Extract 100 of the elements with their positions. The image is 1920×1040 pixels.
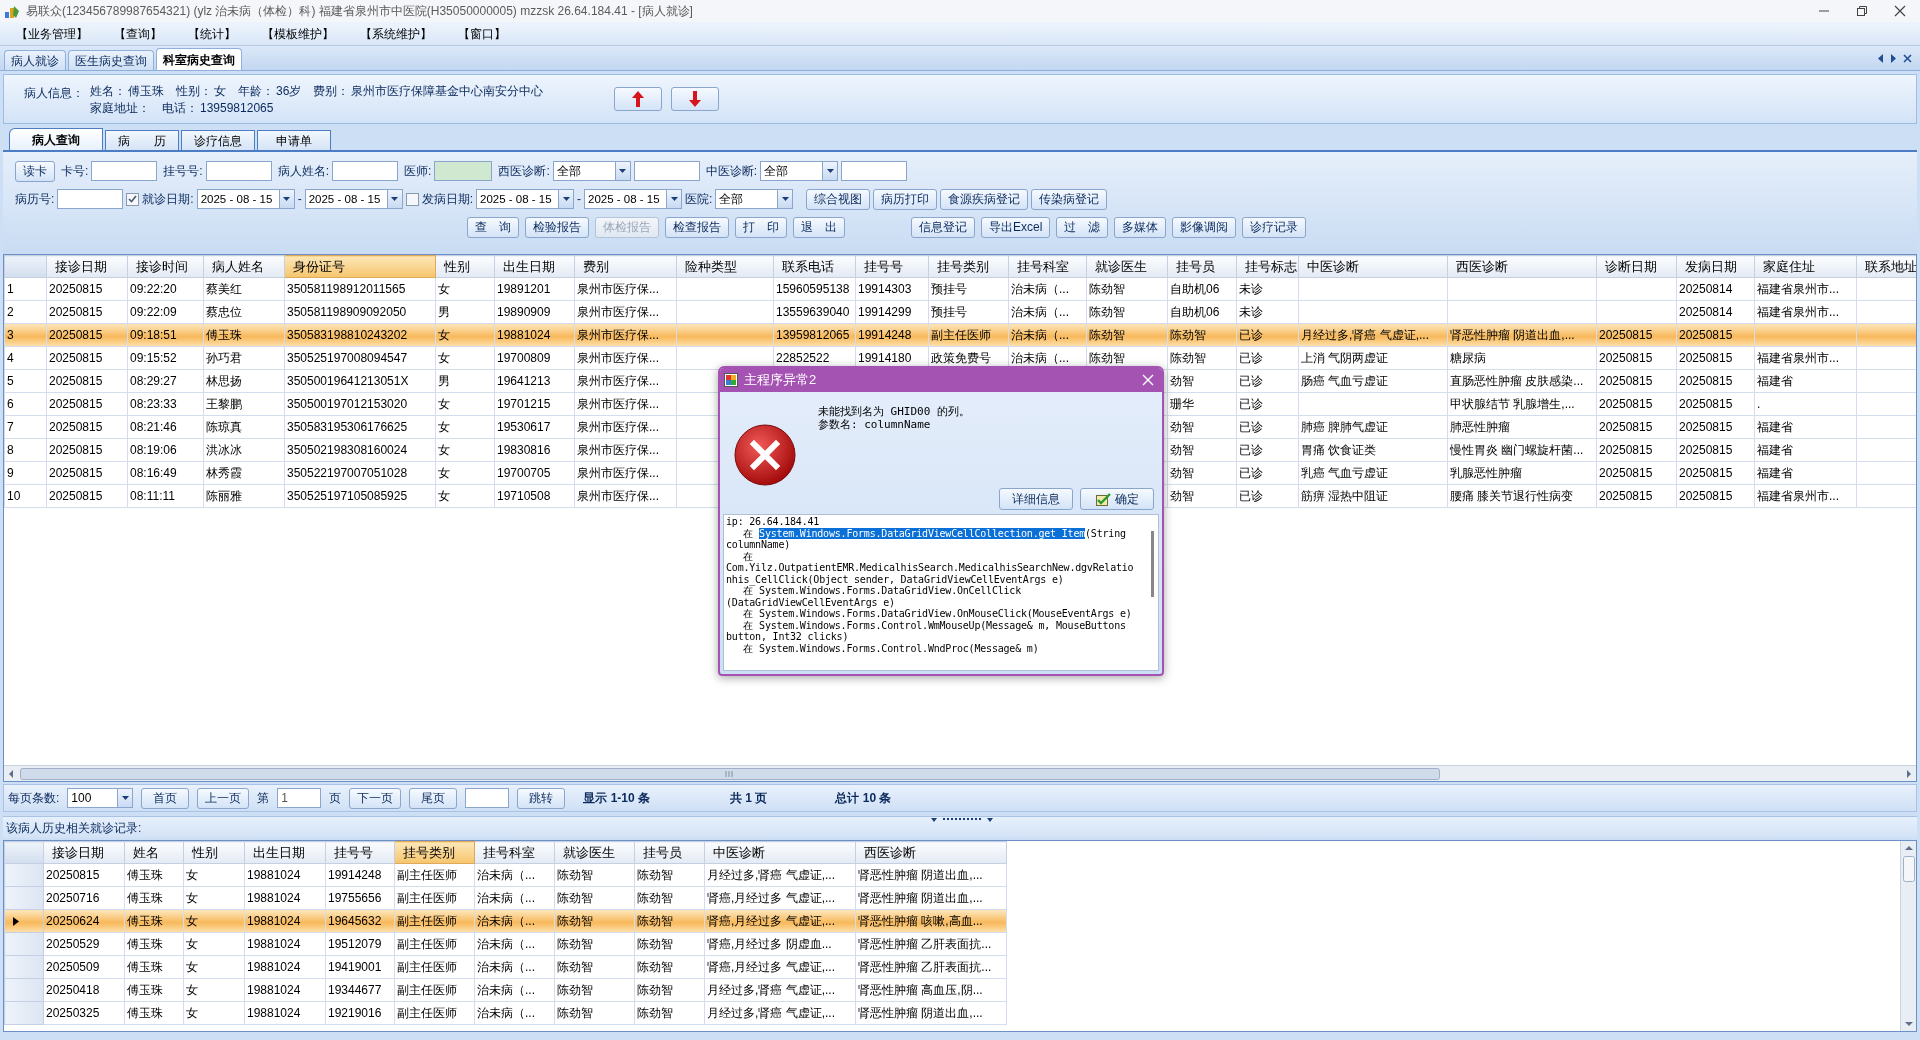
button[interactable]: 检验报告 (525, 216, 589, 238)
input-field[interactable] (91, 161, 158, 181)
column-header[interactable]: 性别 (435, 255, 495, 278)
button[interactable]: 上一页 (197, 787, 250, 809)
menu-item[interactable]: 【窗口】 (458, 25, 506, 42)
column-header[interactable]: 身份证号 (284, 255, 436, 278)
splitter-handle-icon[interactable] (931, 817, 993, 823)
tab[interactable]: 医生病史查询 (68, 50, 154, 70)
column-header[interactable]: 就诊医生 (1086, 255, 1168, 278)
dropdown-arrow-icon[interactable] (283, 197, 291, 201)
close-icon[interactable] (1894, 5, 1906, 17)
column-header[interactable]: 联系电话 (773, 255, 856, 278)
button[interactable]: 传染病登记 (1031, 188, 1108, 210)
menu-item[interactable]: 【查询】 (114, 25, 162, 42)
column-header[interactable]: 西医诊断 (855, 841, 1007, 864)
input-field[interactable] (633, 161, 700, 181)
page-field[interactable]: 1 (277, 788, 322, 808)
checkbox[interactable] (405, 192, 419, 206)
row-header[interactable] (4, 909, 44, 933)
tab[interactable]: 病人就诊 (4, 50, 66, 70)
restore-icon[interactable] (1856, 5, 1868, 17)
input-field[interactable] (841, 161, 908, 181)
date-picker[interactable]: 2025 - 08 - 15 (476, 189, 575, 209)
button[interactable]: 退 出 (793, 216, 845, 238)
column-header[interactable]: 挂号科室 (474, 841, 555, 864)
dropdown[interactable]: 全部 (760, 161, 839, 181)
column-header[interactable]: 出生日期 (494, 255, 575, 278)
ok-button[interactable]: 确定 (1080, 488, 1154, 510)
dropdown-arrow-icon[interactable] (619, 169, 627, 173)
button[interactable]: 过 滤 (1056, 216, 1109, 238)
button[interactable]: 诊疗记录 (1242, 216, 1307, 238)
dropdown-arrow-icon[interactable] (562, 197, 570, 201)
table-row[interactable]: 3 20250815 09:18:51 傅玉珠 350583198810243202 女 19881024 泉州市医疗保... 13959812065 19914248 副主任医师 治未病（... 陈劲智 陈劲智 已诊 月经过多,肾癌 气虚证,... 肾恶性肿瘤 阴道出血,... 20250815 20250815 (4, 323, 1916, 347)
checkbox[interactable] (126, 192, 140, 206)
tab[interactable]: 科室病史查询 (156, 48, 242, 70)
column-header[interactable]: 挂号标志 (1236, 255, 1299, 278)
input-field[interactable] (205, 161, 272, 181)
column-header[interactable]: 联系地址 (1856, 255, 1916, 278)
button[interactable]: 综合视图 (806, 188, 871, 210)
column-header[interactable]: 费别 (574, 255, 677, 278)
next-button[interactable] (671, 87, 719, 111)
dropdown[interactable]: 100 (67, 788, 134, 808)
menu-item[interactable]: 【系统维护】 (360, 25, 432, 42)
table-row[interactable]: 20250815 傅玉珠 女 19881024 19914248 副主任医师 治未病（... 陈劲智 陈劲智 月经过多,肾癌 气虚证,... 肾恶性肿瘤 阴道出血,... (4, 863, 1007, 887)
button[interactable]: 食源疾病登记 (940, 188, 1029, 210)
button[interactable]: 查 询 (467, 216, 519, 238)
input-field[interactable] (57, 189, 124, 209)
dropdown-arrow-icon[interactable] (670, 197, 678, 201)
date-picker[interactable]: 2025 - 08 - 15 (304, 189, 403, 209)
scroll-left-icon[interactable] (1877, 53, 1884, 63)
column-header[interactable]: 挂号号 (325, 841, 395, 864)
column-header[interactable]: 西医诊断 (1447, 255, 1597, 278)
button[interactable]: 打 印 (735, 216, 787, 238)
button[interactable]: 病历打印 (873, 188, 938, 210)
button[interactable]: 信息登记 (911, 216, 975, 238)
column-header[interactable]: 中医诊断 (1298, 255, 1448, 278)
input-field[interactable] (332, 161, 399, 181)
close-icon[interactable] (1903, 53, 1912, 63)
column-header[interactable]: 中医诊断 (704, 841, 856, 864)
scroll-right-icon[interactable] (1904, 767, 1914, 780)
button[interactable]: 首页 (141, 787, 190, 809)
menu-item[interactable]: 【业务管理】 (16, 25, 88, 42)
column-header[interactable]: 就诊医生 (554, 841, 635, 864)
column-header[interactable]: 接诊时间 (127, 255, 204, 278)
column-header[interactable]: 挂号类别 (394, 841, 475, 864)
column-header[interactable]: 发病日期 (1676, 255, 1755, 278)
column-header[interactable]: 挂号员 (1167, 255, 1237, 278)
tab[interactable]: 病人查询 (9, 128, 103, 150)
table-row[interactable]: 20250716 傅玉珠 女 19881024 19755656 副主任医师 治未病（... 陈劲智 陈劲智 肾癌,月经过多 气虚证,... 肾恶性肿瘤 阴道出血,... (4, 886, 1007, 910)
column-header[interactable]: 挂号科室 (1008, 255, 1087, 278)
table-row[interactable]: 20250325 傅玉珠 女 19881024 19219016 副主任医师 治未病（... 陈劲智 陈劲智 月经过多,肾癌 气虚证,... 肾恶性肿瘤 阴道出血,... (4, 1001, 1007, 1025)
scroll-right-icon[interactable] (1890, 53, 1897, 63)
column-header[interactable]: 挂号号 (855, 255, 929, 278)
table-row[interactable]: 1 20250815 09:22:20 蔡美红 350581198912011565 女 19891201 泉州市医疗保... 15960595138 19914303 预挂号 治未病（... 陈劲智 自助机06 未诊 20250814 福建省泉州市... (4, 277, 1916, 301)
column-header[interactable]: 挂号类别 (928, 255, 1009, 278)
table-row[interactable]: 20250509 傅玉珠 女 19881024 19419001 副主任医师 治未病（... 陈劲智 陈劲智 肾癌,月经过多 气虚证,... 肾恶性肿瘤 乙肝表面抗... (4, 955, 1007, 979)
column-header[interactable]: 性别 (183, 841, 245, 864)
details-button[interactable]: 详细信息 (999, 488, 1073, 510)
button[interactable]: 跳转 (517, 787, 566, 809)
tab[interactable]: 诊疗信息 (181, 130, 255, 150)
date-picker[interactable]: 2025 - 08 - 15 (584, 189, 683, 209)
column-header[interactable]: 挂号员 (634, 841, 705, 864)
dropdown-arrow-icon[interactable] (826, 169, 834, 173)
button[interactable]: 尾页 (409, 787, 458, 809)
column-header[interactable]: 接诊日期 (46, 255, 128, 278)
table-row[interactable]: 2 20250815 09:22:09 蔡忠位 350581198909092050 男 19890909 泉州市医疗保... 13559639040 19914299 预挂号 治未病（... 陈劲智 自助机06 未诊 20250814 福建省泉州市... (4, 300, 1916, 324)
dropdown[interactable]: 全部 (552, 161, 631, 181)
menu-item[interactable]: 【统计】 (188, 25, 236, 42)
button[interactable]: 检查报告 (665, 216, 729, 238)
column-header[interactable]: 出生日期 (244, 841, 326, 864)
table-row[interactable]: 20250418 傅玉珠 女 19881024 19344677 副主任医师 治未病（... 陈劲智 陈劲智 月经过多,肾癌 气虚证,... 肾恶性肿瘤 高血压,阴... (4, 978, 1007, 1002)
menu-item[interactable]: 【模板维护】 (262, 25, 334, 42)
dropdown-arrow-icon[interactable] (391, 197, 399, 201)
button[interactable]: 下一页 (349, 787, 402, 809)
input-field[interactable] (465, 788, 510, 808)
button[interactable]: 多媒体 (1114, 216, 1167, 238)
tab[interactable]: 病 历 (105, 130, 179, 150)
button[interactable]: 导出Excel (981, 216, 1051, 238)
dropdown[interactable]: 全部 (715, 189, 794, 209)
previous-button[interactable] (614, 87, 662, 111)
